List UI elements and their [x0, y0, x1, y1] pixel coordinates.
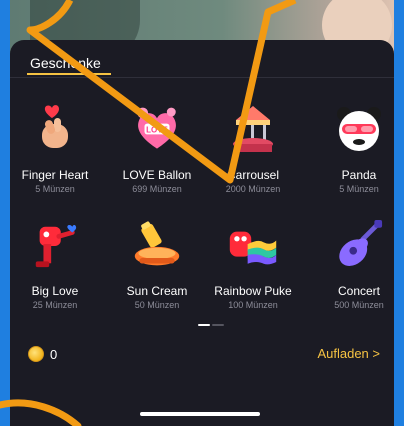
gift-price: 5 Münzen	[35, 184, 75, 194]
gift-sun-cream[interactable]: Sun Cream 50 Münzen	[112, 216, 202, 312]
guitar-icon	[334, 220, 384, 270]
page-dot-active	[198, 324, 210, 326]
tab-divider	[10, 77, 394, 78]
gift-price: 50 Münzen	[134, 300, 180, 310]
panda-icon	[334, 104, 384, 154]
gift-carousel[interactable]: Carrousel 2000 Münzen	[208, 100, 298, 196]
gift-panel: Geschenke Finger Heart 5 Münzen LOVE LOV…	[10, 40, 394, 426]
gift-name: LOVE Ballon	[122, 168, 192, 182]
tab-underline	[27, 73, 111, 75]
big-love-icon	[30, 220, 80, 270]
gift-name: Rainbow Puke	[214, 284, 292, 298]
gift-price: 2000 Münzen	[225, 184, 281, 194]
rainbow-puke-icon	[228, 220, 278, 270]
gift-price: 699 Münzen	[132, 184, 182, 194]
gift-name: Sun Cream	[126, 284, 188, 298]
gift-name: Concert	[337, 284, 381, 298]
tab-gifts[interactable]: Geschenke	[30, 55, 101, 71]
gift-finger-heart[interactable]: Finger Heart 5 Münzen	[10, 100, 100, 196]
gift-panda[interactable]: Panda 5 Münzen	[314, 100, 404, 196]
gift-price: 5 Münzen	[339, 184, 379, 194]
carousel-icon	[228, 104, 278, 154]
frame-left	[0, 0, 10, 426]
love-badge-text: LOVE	[146, 126, 168, 135]
gift-rainbow-puke[interactable]: Rainbow Puke 100 Münzen	[208, 216, 298, 312]
frame-right	[394, 0, 404, 426]
sun-cream-icon	[132, 220, 182, 270]
finger-heart-icon	[30, 104, 80, 154]
balance-value: 0	[50, 346, 58, 362]
gift-price: 100 Münzen	[228, 300, 278, 310]
gift-big-love[interactable]: Big Love 25 Münzen	[10, 216, 100, 312]
gift-price: 25 Münzen	[32, 300, 78, 310]
love-balloon-icon: LOVE	[132, 104, 182, 154]
gift-love-balloon[interactable]: LOVE LOVE Ballon 699 Münzen	[112, 100, 202, 196]
page-dot	[212, 324, 224, 326]
gift-price: 500 Münzen	[334, 300, 384, 310]
coin-balance: 0	[28, 346, 57, 362]
gift-concert[interactable]: Concert 500 Münzen	[314, 216, 404, 312]
home-indicator[interactable]	[140, 412, 260, 416]
gift-name: Carrousel	[226, 168, 280, 182]
gift-name: Finger Heart	[21, 168, 89, 182]
gift-name: Panda	[341, 168, 377, 182]
gift-name: Big Love	[31, 284, 79, 298]
recharge-button[interactable]: Aufladen >	[317, 346, 380, 361]
coin-icon	[28, 346, 44, 362]
